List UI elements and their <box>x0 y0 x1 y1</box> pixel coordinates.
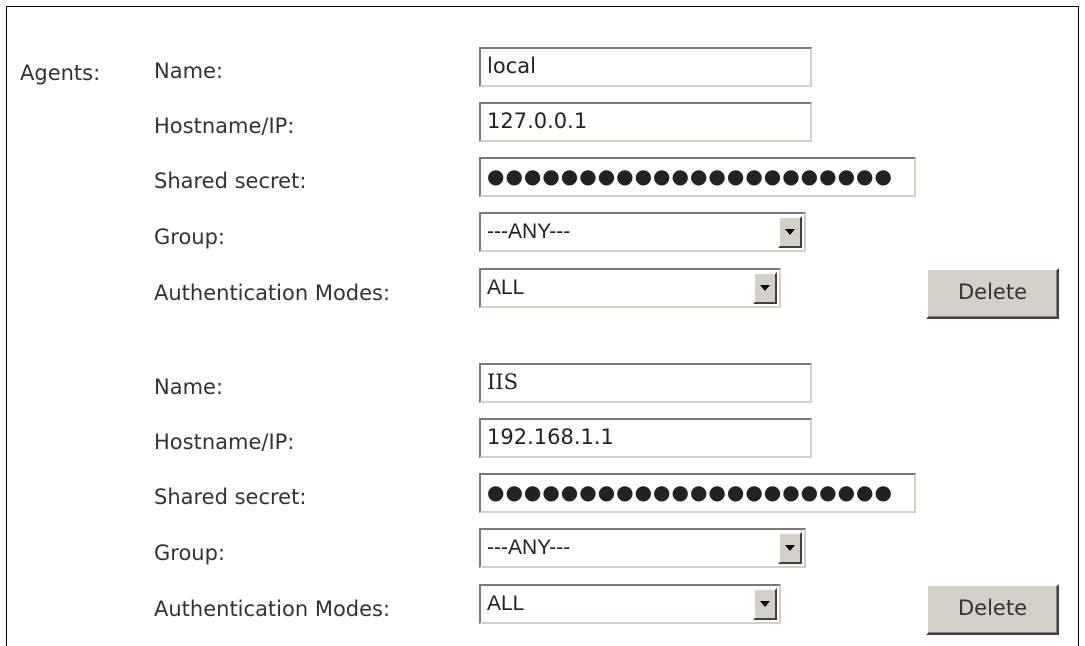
auth-modes-select-value: ALL <box>487 592 525 615</box>
group-label: Group: <box>154 225 226 249</box>
auth-modes-select[interactable]: ALL <box>479 268 781 308</box>
group-select-value: ---ANY--- <box>487 220 571 243</box>
group-select[interactable]: ---ANY--- <box>479 528 806 568</box>
chevron-down-icon[interactable] <box>753 272 777 304</box>
group-select[interactable]: ---ANY--- <box>479 212 806 252</box>
agent-entry: Name: IIS Hostname/IP: 192.168.1.1 Share… <box>0 316 1085 635</box>
delete-agent-button[interactable]: Delete <box>926 268 1059 319</box>
group-label: Group: <box>154 541 226 565</box>
agent-hostname-input[interactable]: 192.168.1.1 <box>479 418 812 458</box>
hostname-label: Hostname/IP: <box>154 430 295 454</box>
group-select-value: ---ANY--- <box>487 536 571 559</box>
shared-secret-input[interactable]: ●●●●●●●●●●●●●●●●●●●●●● <box>479 473 916 513</box>
agent-name-input[interactable]: local <box>479 47 812 87</box>
agent-hostname-input[interactable]: 127.0.0.1 <box>479 102 812 142</box>
name-label: Name: <box>154 375 224 399</box>
agent-entry: Name: local Hostname/IP: 127.0.0.1 Share… <box>0 0 1085 319</box>
auth-modes-select-value: ALL <box>487 276 525 299</box>
delete-agent-button[interactable]: Delete <box>926 584 1059 635</box>
name-label: Name: <box>154 59 224 83</box>
shared-secret-label: Shared secret: <box>154 485 307 509</box>
chevron-down-icon[interactable] <box>778 216 802 248</box>
auth-modes-select[interactable]: ALL <box>479 584 781 624</box>
shared-secret-input[interactable]: ●●●●●●●●●●●●●●●●●●●●●● <box>479 157 916 197</box>
shared-secret-label: Shared secret: <box>154 169 307 193</box>
chevron-down-icon[interactable] <box>778 532 802 564</box>
agent-name-input[interactable]: IIS <box>479 363 812 403</box>
auth-modes-label: Authentication Modes: <box>154 281 391 305</box>
auth-modes-label: Authentication Modes: <box>154 597 391 621</box>
chevron-down-icon[interactable] <box>753 588 777 620</box>
hostname-label: Hostname/IP: <box>154 114 295 138</box>
